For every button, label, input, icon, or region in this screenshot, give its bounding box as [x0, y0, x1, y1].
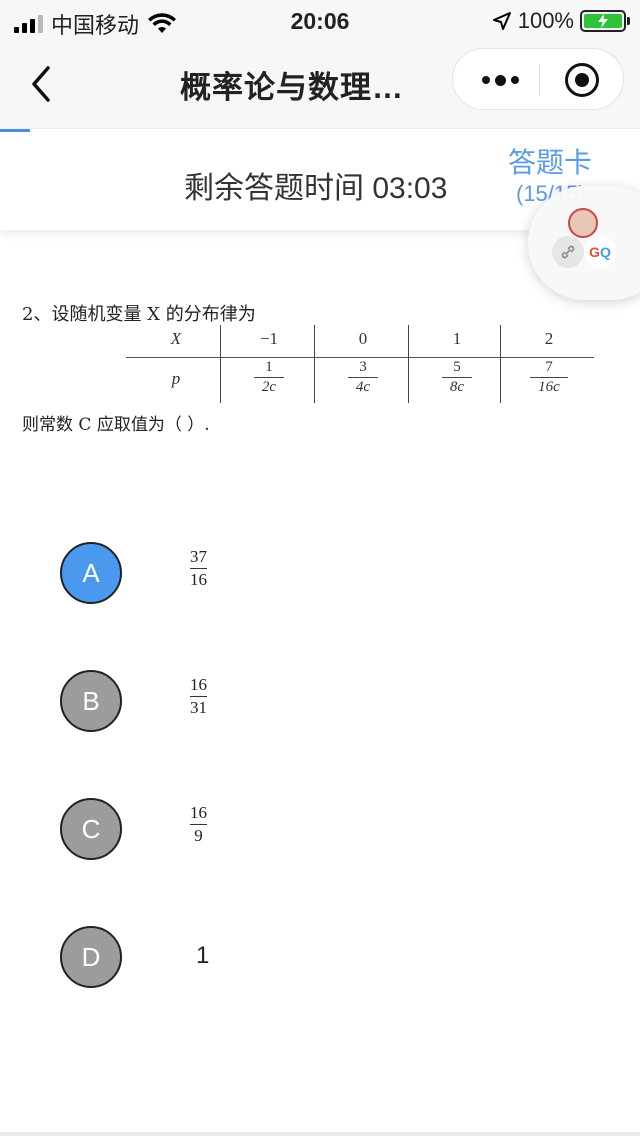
answer-card-button[interactable]: 答题卡	[508, 141, 592, 181]
table-prob: 5 8c	[442, 359, 472, 396]
mini-program-capsule	[452, 48, 624, 110]
option-b[interactable]: B 16 31	[60, 670, 460, 734]
gq-logo-icon[interactable]: GQ	[584, 236, 616, 268]
link-icon[interactable]	[552, 236, 584, 268]
avatar-badge-icon	[568, 208, 598, 238]
remaining-time: 剩余答题时间 03:03	[184, 172, 448, 205]
option-b-circle[interactable]: B	[60, 670, 122, 732]
table-value: −1	[259, 329, 279, 348]
capsule-divider	[539, 64, 540, 96]
option-c-circle[interactable]: C	[60, 798, 122, 860]
status-bar: 中国移动 20:06 100%	[0, 0, 640, 40]
floating-widget[interactable]: GQ	[528, 186, 640, 300]
question-prompt: 则常数 C 应取值为（ ）.	[22, 415, 210, 435]
close-mini-program-icon[interactable]	[565, 63, 599, 97]
option-c[interactable]: C 16 9	[60, 798, 460, 862]
location-arrow-icon	[492, 12, 511, 30]
table-value: 2	[544, 329, 554, 348]
back-icon[interactable]	[26, 64, 60, 104]
option-b-value[interactable]: 16 31	[190, 676, 207, 717]
option-d[interactable]: D 1	[60, 926, 460, 990]
charging-bolt-icon	[598, 14, 608, 28]
table-prob: 7 16c	[530, 359, 568, 396]
option-a-value[interactable]: 37 16	[190, 548, 207, 589]
distribution-table: X −1 0 1 2 p 1 2c 3 4c 5 8c 7 16c	[126, 323, 596, 405]
progress-sliver	[0, 129, 30, 132]
page-title: 概率论与数理…	[180, 70, 404, 105]
table-divider	[126, 357, 594, 358]
more-icon[interactable]	[475, 67, 525, 93]
table-value: 0	[358, 329, 368, 348]
option-a[interactable]: A 37 16	[60, 542, 460, 606]
nav-bar: 概率论与数理…	[0, 40, 640, 130]
battery-percent: 100%	[517, 8, 574, 33]
status-right: 100%	[492, 8, 630, 34]
table-value: 1	[452, 329, 462, 348]
option-d-circle[interactable]: D	[60, 926, 122, 988]
table-prob: 3 4c	[348, 359, 378, 396]
option-d-value[interactable]: 1	[196, 942, 209, 970]
option-a-circle[interactable]: A	[60, 542, 122, 604]
table-prob: 1 2c	[254, 359, 284, 396]
table-header-x: X	[170, 329, 182, 348]
battery-icon	[580, 10, 630, 32]
table-header-p: p	[171, 369, 181, 388]
option-c-value[interactable]: 16 9	[190, 804, 207, 845]
bottom-divider	[0, 1132, 640, 1136]
